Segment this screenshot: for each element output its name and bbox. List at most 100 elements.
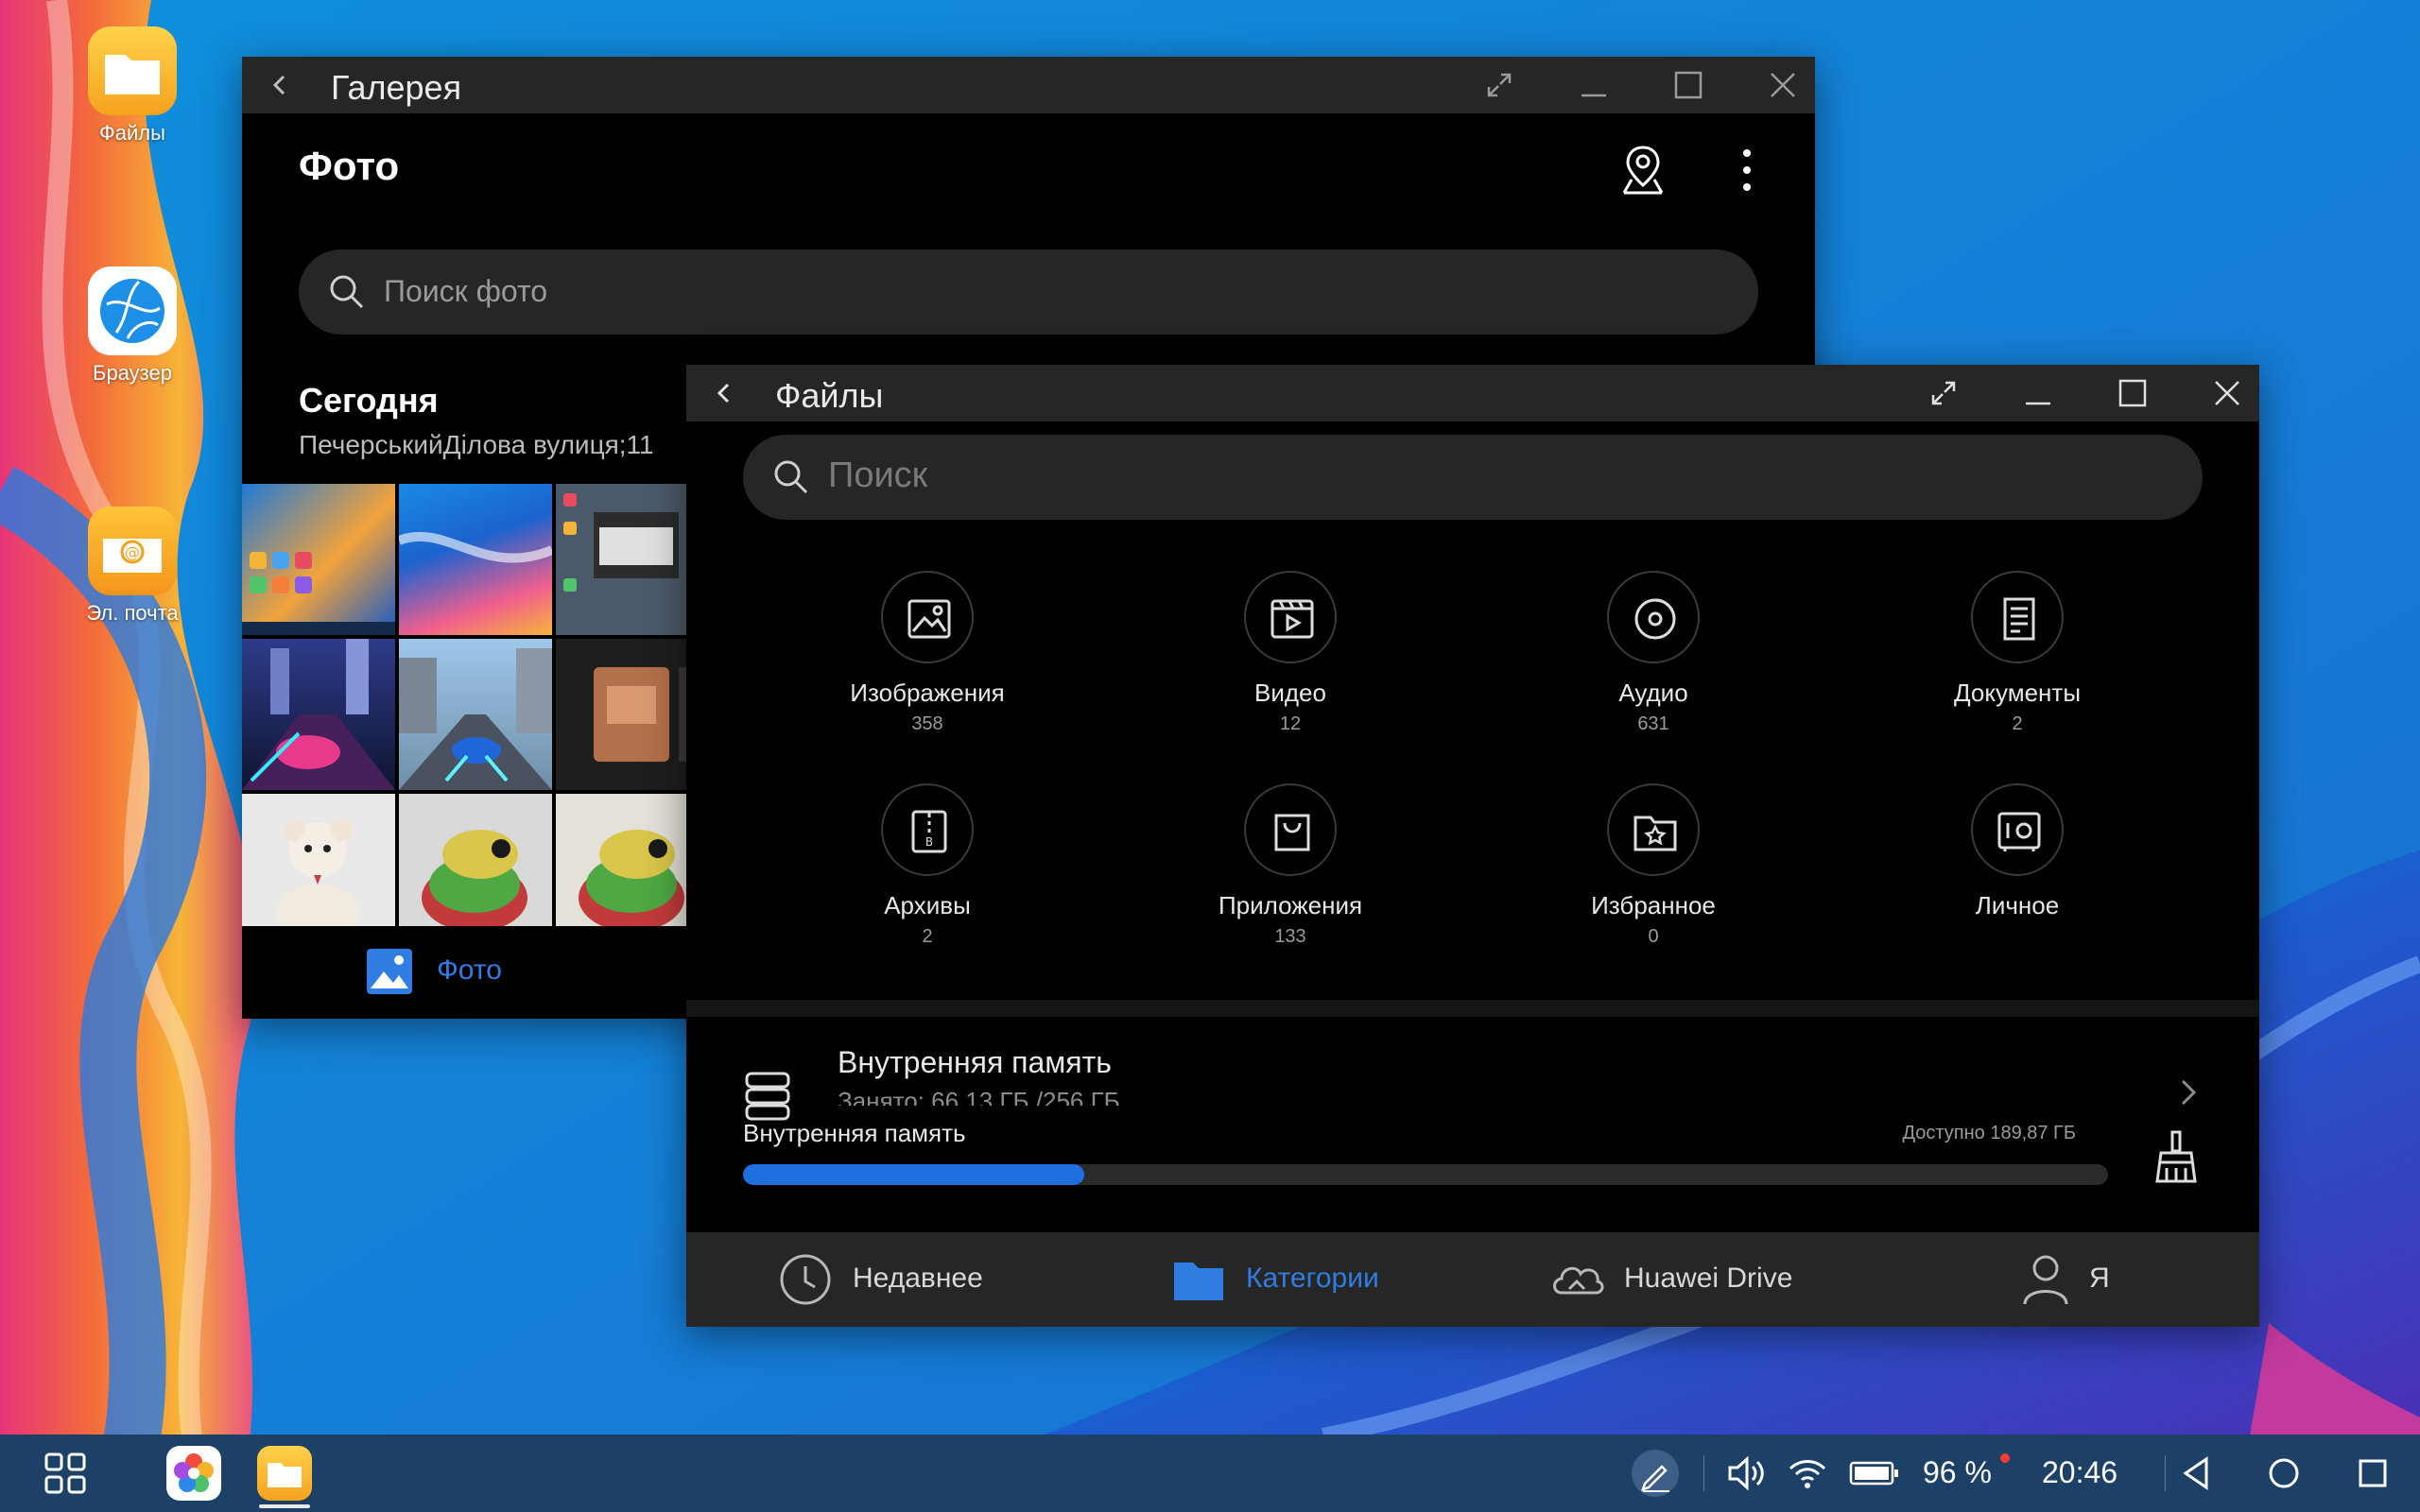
minimize-button[interactable] <box>2010 365 2066 421</box>
document-icon <box>2003 597 2035 641</box>
clock-time[interactable]: 20:46 <box>2042 1455 2118 1490</box>
category-name: Личное <box>1975 891 2060 919</box>
section-title: Сегодня <box>299 381 439 420</box>
tab-label: Huawei Drive <box>1624 1263 1793 1294</box>
app-launcher-button[interactable] <box>43 1452 87 1495</box>
storage-progress-bar <box>743 1164 2108 1185</box>
expand-icon <box>1931 381 1956 405</box>
stylus-button[interactable] <box>1632 1450 1679 1497</box>
category-name: Аудио <box>1618 679 1688 707</box>
taskbar-separator <box>1703 1455 1704 1491</box>
page-title: Фото <box>299 144 400 188</box>
internal-storage-row[interactable]: Внутренняя память Занято: 66,13 ГБ /256 … <box>686 1017 2259 1221</box>
tab-huawei-drive[interactable]: Huawei Drive <box>1548 1232 1832 1327</box>
category-count: 2 <box>922 926 933 947</box>
category-name: Приложения <box>1218 891 1363 919</box>
gallery-taskbar-app[interactable] <box>166 1446 221 1501</box>
audio-icon <box>1634 598 1676 640</box>
nav-back-button[interactable] <box>2176 1453 2218 1493</box>
grid-icon <box>44 1452 86 1494</box>
tab-me[interactable]: Я <box>2019 1232 2152 1327</box>
files-search-field[interactable]: Поиск <box>743 435 2203 520</box>
favorites-icon <box>1634 816 1677 851</box>
category-apps[interactable]: Приложения 133 <box>1149 783 1432 948</box>
speaker-icon <box>1728 1455 1764 1491</box>
battery-indicator[interactable] <box>1849 1459 1900 1487</box>
back-button[interactable] <box>696 365 752 421</box>
battery-icon <box>1849 1461 1898 1486</box>
svg-text:@: @ <box>125 543 140 561</box>
nav-recents-button[interactable] <box>2352 1453 2394 1493</box>
circle-home-icon <box>2269 1458 2299 1488</box>
search-icon <box>330 275 364 309</box>
photo-thumbnail[interactable] <box>399 639 552 790</box>
taskbar-separator <box>2165 1455 2166 1491</box>
tab-recent[interactable]: Недавнее <box>777 1232 1023 1327</box>
chevron-left-icon <box>717 383 730 404</box>
category-count: 0 <box>1648 926 1659 947</box>
category-video[interactable]: Видео 12 <box>1149 571 1432 735</box>
back-button[interactable] <box>251 57 308 113</box>
photo-icon <box>367 949 412 994</box>
person-icon <box>2023 1255 2068 1305</box>
tab-label: Недавнее <box>853 1263 983 1294</box>
clean-storage-button[interactable] <box>2150 1128 2203 1185</box>
chevron-right-icon <box>2181 1079 2197 1106</box>
nav-home-button[interactable] <box>2263 1453 2305 1493</box>
storage-used-text: Занято: 66,13 ГБ /256 ГБ <box>838 1087 1120 1106</box>
photo-thumbnail[interactable] <box>242 484 395 635</box>
minimize-icon <box>1582 94 1606 97</box>
square-recents-icon <box>2359 1459 2387 1487</box>
category-name: Документы <box>1953 679 2082 707</box>
category-count: 631 <box>1637 713 1669 734</box>
storage-icon <box>745 1072 790 1121</box>
battery-percent: 96 % <box>1923 1455 1992 1489</box>
tab-label: Категории <box>1246 1263 1379 1294</box>
files-titlebar: Файлы <box>686 365 2259 421</box>
maximize-button[interactable] <box>1660 57 1717 113</box>
tab-photos[interactable]: Фото <box>365 926 535 1019</box>
tab-label: Фото <box>437 954 502 986</box>
more-options-button[interactable] <box>1728 142 1766 198</box>
photo-thumbnail[interactable] <box>399 794 552 945</box>
category-archives[interactable]: B Архивы 2 <box>786 783 1069 948</box>
desktop-icon-files[interactable]: Файлы <box>47 26 217 146</box>
photo-search-field[interactable]: Поиск фото <box>299 249 1758 335</box>
category-private[interactable]: Личное <box>1876 783 2159 926</box>
folder-icon <box>1174 1263 1223 1300</box>
files-bottom-tabbar: Недавнее Категории Huawei Drive Я <box>686 1232 2259 1327</box>
photo-thumbnail[interactable] <box>242 794 395 945</box>
browser-app-icon <box>88 266 177 355</box>
maximize-button[interactable] <box>2104 365 2161 421</box>
email-app-icon: @ <box>88 507 177 595</box>
desktop-icon-browser[interactable]: Браузер <box>47 266 217 386</box>
files-taskbar-app[interactable] <box>257 1446 312 1501</box>
volume-button[interactable] <box>1726 1453 1768 1493</box>
triangle-back-icon <box>2183 1456 2208 1490</box>
category-audio[interactable]: Аудио 631 <box>1512 571 1795 735</box>
photo-thumbnail[interactable] <box>399 484 552 635</box>
category-count: 2 <box>2012 713 2023 734</box>
storage-title: Внутренняя память <box>838 1045 1112 1079</box>
taskbar: 96 % 20:46 <box>0 1435 2420 1512</box>
fullscreen-button[interactable] <box>1471 57 1528 113</box>
category-count: 133 <box>1274 926 1306 947</box>
close-icon <box>2215 381 2239 405</box>
storage-progress-fill <box>743 1164 1084 1185</box>
category-name: Избранное <box>1591 891 1716 919</box>
folder-icon <box>268 1463 302 1487</box>
close-button[interactable] <box>2199 365 2256 421</box>
photo-thumbnail[interactable] <box>242 639 395 790</box>
desktop-icon-email[interactable]: @ Эл. почта <box>47 507 217 626</box>
category-images[interactable]: Изображения 358 <box>786 571 1069 735</box>
category-favorites[interactable]: Избранное 0 <box>1512 783 1795 948</box>
wifi-button[interactable] <box>1787 1453 1828 1493</box>
minimize-button[interactable] <box>1565 57 1622 113</box>
close-button[interactable] <box>1754 57 1811 113</box>
category-documents[interactable]: Документы 2 <box>1876 571 2159 735</box>
section-divider <box>686 1000 2259 1017</box>
map-location-button[interactable] <box>1615 142 1671 198</box>
fullscreen-button[interactable] <box>1915 365 1972 421</box>
tab-categories[interactable]: Категории <box>1170 1232 1416 1327</box>
maximize-icon <box>2118 379 2147 407</box>
